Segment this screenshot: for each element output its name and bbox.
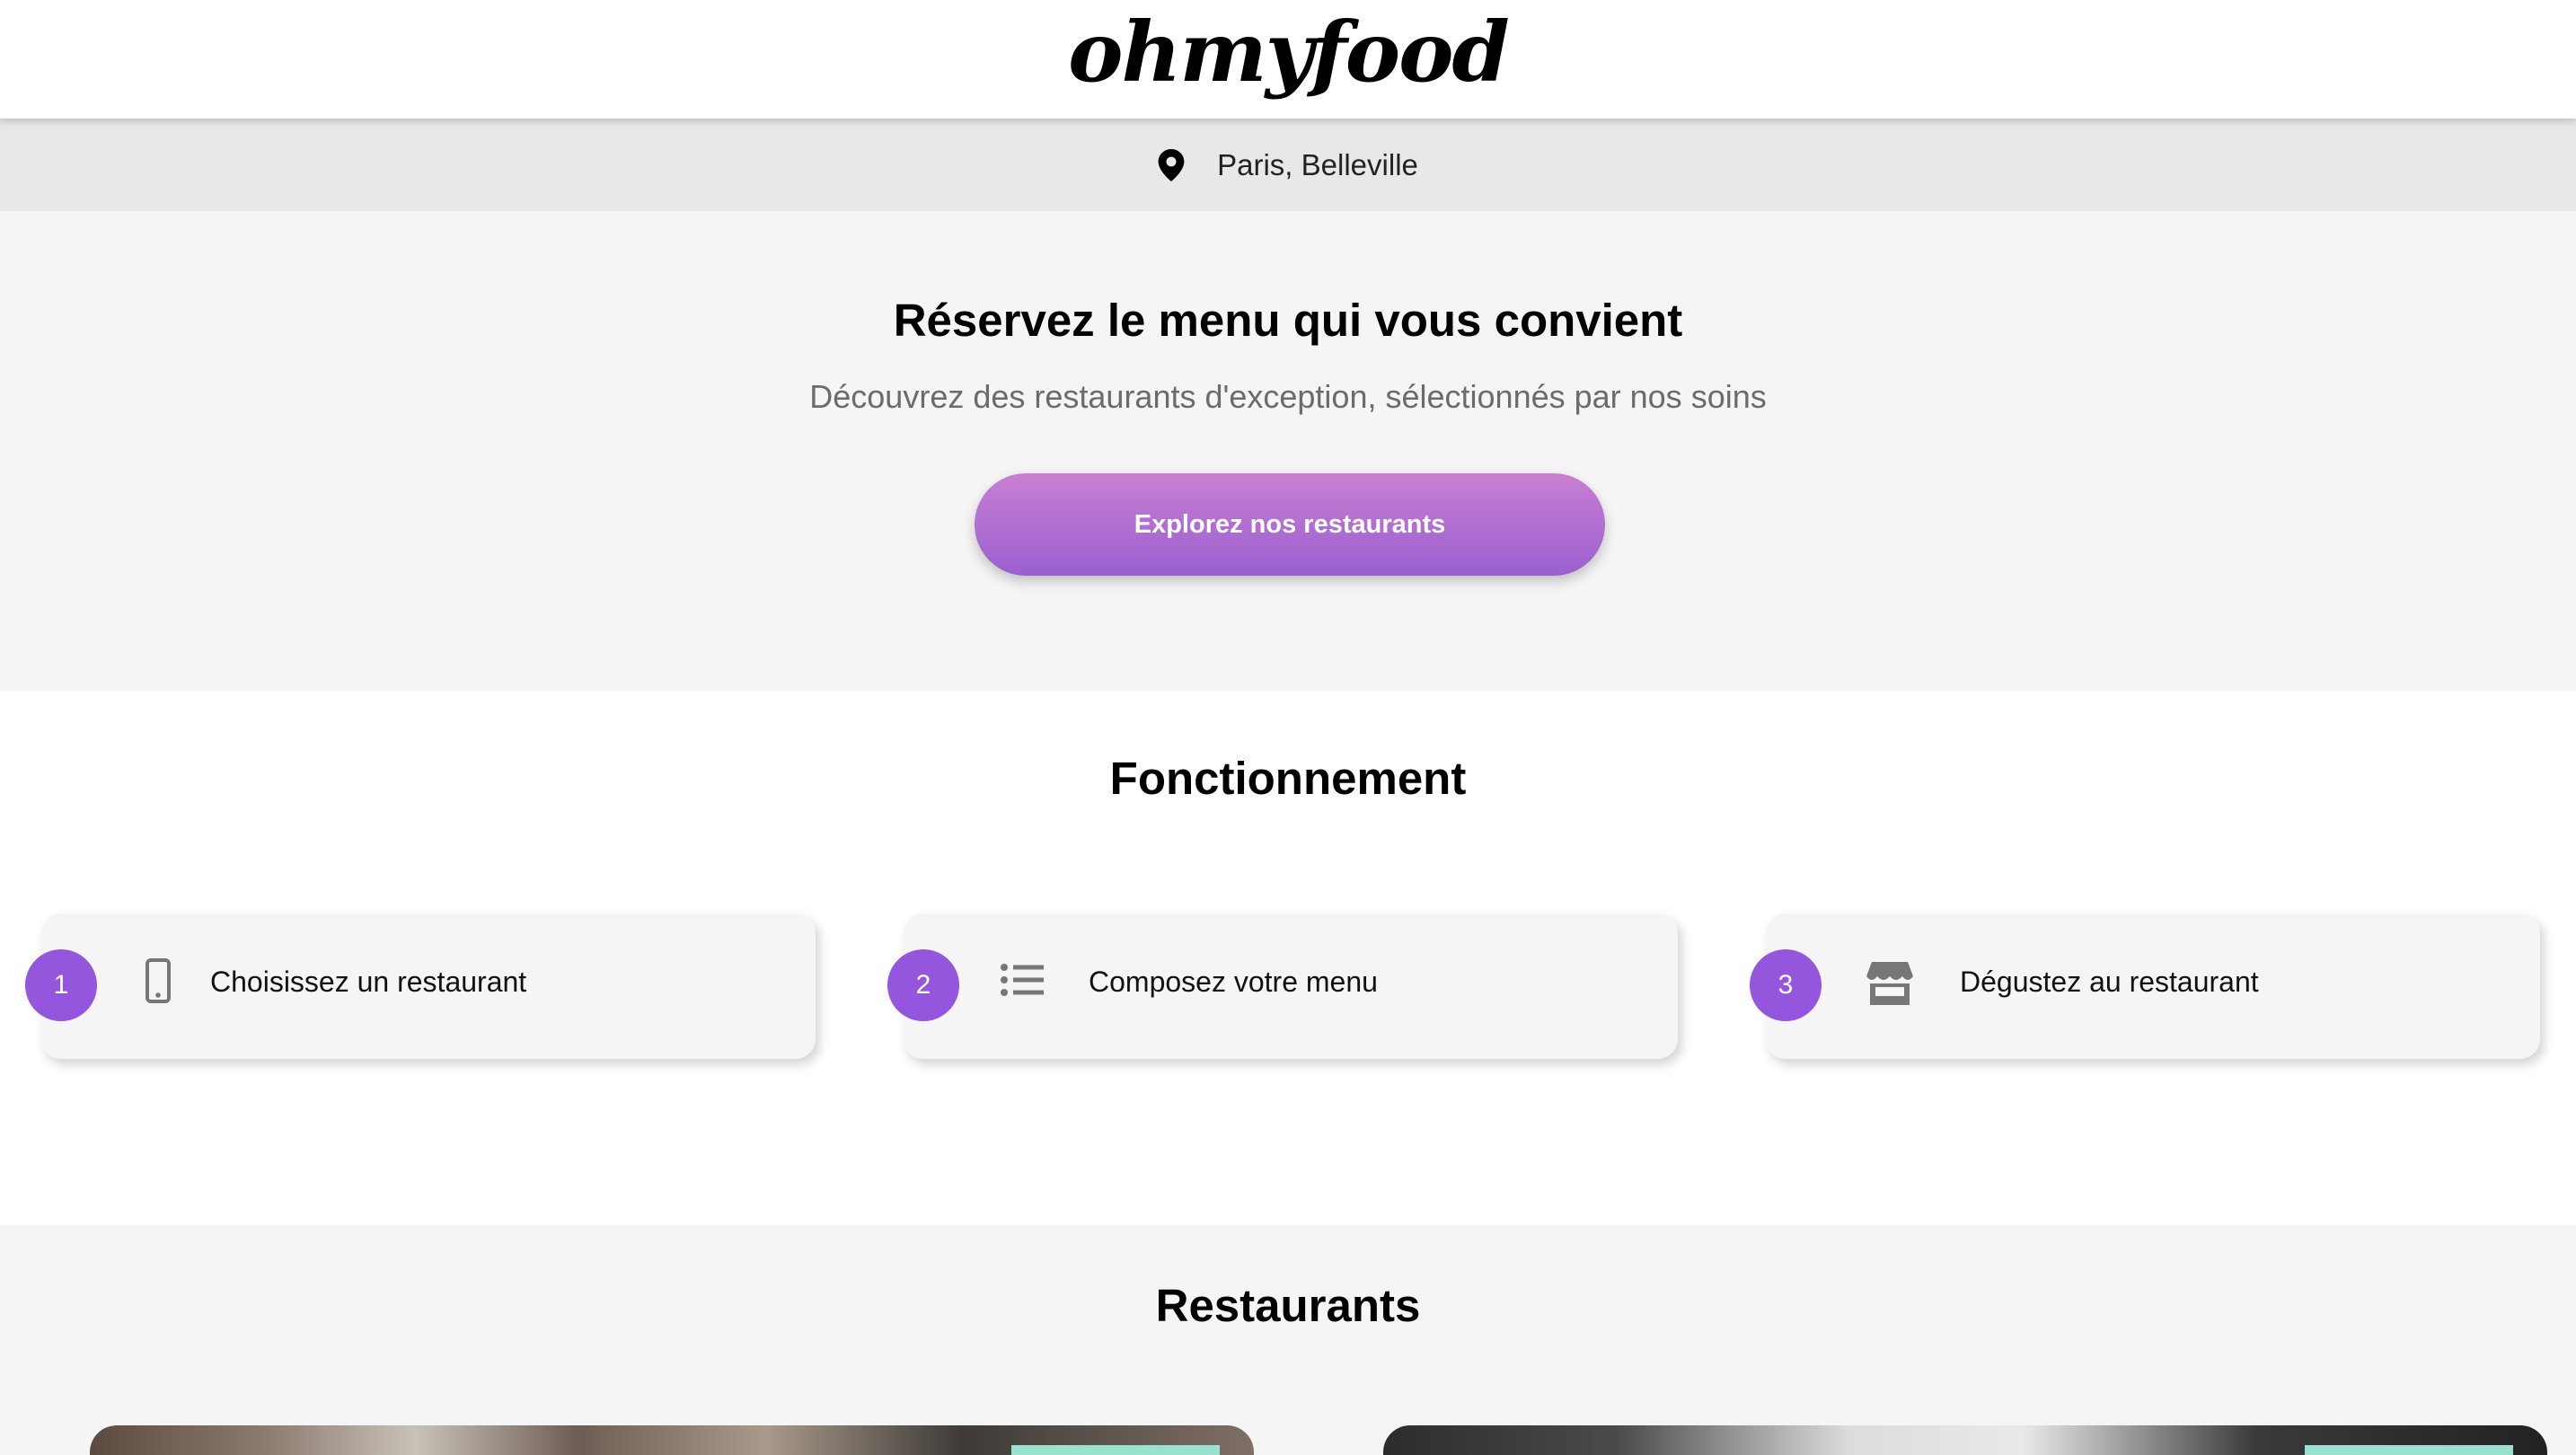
explore-restaurants-button[interactable]: Explorez nos restaurants [975, 473, 1605, 576]
how-it-works-section: Fonctionnement 1 Choisissez un restauran… [0, 691, 2576, 1225]
hero-title: Réservez le menu qui vous convient [893, 295, 1683, 346]
map-pin-icon [1158, 148, 1185, 181]
step-card-compose-menu: 2 Composez votre menu [887, 913, 1678, 1059]
step-number-badge: 2 [887, 949, 959, 1021]
step-number-badge: 1 [25, 949, 97, 1021]
step-card-taste-restaurant: 3 Dégustez au restaurant [1750, 913, 2540, 1059]
step-number-badge: 3 [1750, 949, 1822, 1021]
new-tag [2305, 1445, 2513, 1455]
phone-icon [146, 958, 171, 1003]
how-it-works-title: Fonctionnement [1109, 753, 1467, 804]
location-text[interactable]: Paris, Belleville [1217, 148, 1418, 182]
new-tag [1011, 1445, 1220, 1455]
restaurant-card-image[interactable] [90, 1425, 1254, 1455]
list-icon [1001, 964, 1044, 996]
step-card-choose-restaurant: 1 Choisissez un restaurant [25, 913, 816, 1059]
step-label: Choisissez un restaurant [210, 966, 527, 998]
restaurant-card-image[interactable] [1383, 1425, 2547, 1455]
step-label: Dégustez au restaurant [1960, 966, 2259, 998]
hero-subtitle: Découvrez des restaurants d'exception, s… [809, 378, 1767, 415]
hero-section: Réservez le menu qui vous convient Décou… [0, 211, 2576, 691]
store-icon [1866, 962, 1913, 1005]
site-header: ohmyfood [0, 0, 2576, 119]
step-label: Composez votre menu [1089, 966, 1378, 998]
ohmyfood-logo[interactable]: ohmyfood [1068, 11, 1510, 93]
location-bar: Paris, Belleville [0, 119, 2576, 211]
restaurants-title: Restaurants [1155, 1280, 1421, 1331]
restaurants-section: Restaurants [0, 1225, 2576, 1455]
